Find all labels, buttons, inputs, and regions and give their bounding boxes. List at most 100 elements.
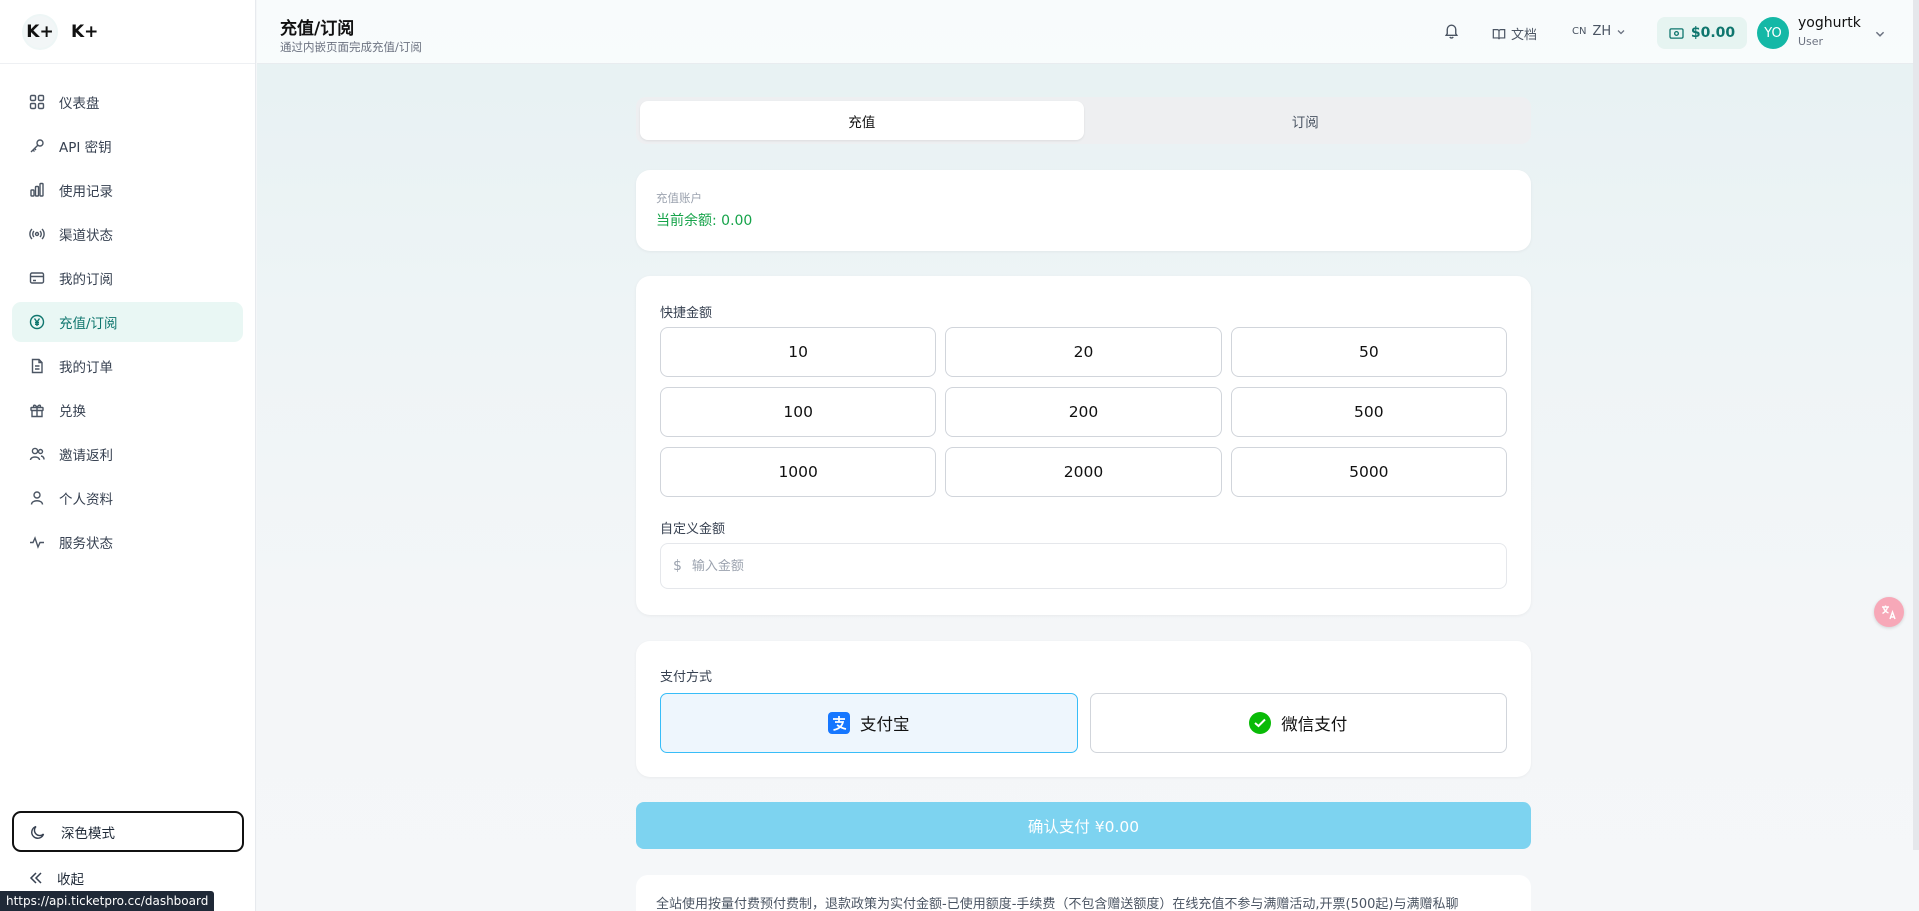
amount-option[interactable]: 200 (945, 387, 1222, 437)
amount-option[interactable]: 100 (660, 387, 937, 437)
user-icon (28, 489, 46, 507)
page-subtitle: 通过内嵌页面完成充值/订阅 (280, 40, 422, 54)
top-header: 充值/订阅 通过内嵌页面完成充值/订阅 文档 CN ZH $0.00 YO yo… (257, 0, 1919, 64)
payment-method-label: 支付方式 (660, 670, 713, 685)
recharge-tabs: 充值 订阅 (636, 97, 1531, 144)
grid-icon (28, 93, 46, 111)
sidebar-item-label: 个人资料 (59, 492, 113, 508)
moon-icon (30, 823, 48, 841)
credit-card-icon (28, 269, 46, 287)
account-card: 充值账户 当前余额: 0.00 (636, 170, 1531, 251)
balance-value: $0.00 (1690, 25, 1736, 41)
sidebar-item-label: 仪表盘 (59, 96, 100, 112)
sidebar: K+ K+ 仪表盘 API 密钥 使用记录 渠道状态 我的订阅 充值/订阅 我的… (0, 0, 256, 911)
sidebar-item-label: 邀请返利 (59, 448, 113, 464)
amount-option[interactable]: 50 (1230, 327, 1507, 377)
chevron-down-icon[interactable] (1874, 28, 1886, 44)
collapse-label: 收起 (57, 872, 84, 888)
broadcast-icon (28, 225, 46, 243)
sidebar-item-recharge[interactable]: 充值/订阅 (12, 302, 243, 342)
yuan-circle-icon (28, 313, 46, 331)
username[interactable]: yoghurtk (1798, 15, 1861, 31)
sidebar-item-label: 我的订阅 (59, 272, 113, 288)
wechat-pay-label: 微信支付 (1281, 715, 1348, 734)
page-scrollbar[interactable] (1913, 0, 1919, 850)
language-selector[interactable]: CN ZH (1572, 24, 1626, 39)
custom-amount-input[interactable] (691, 558, 1506, 574)
wallet-icon (1669, 27, 1684, 40)
confirm-payment-button[interactable]: 确认支付 ¥0.00 (636, 802, 1531, 849)
users-icon (28, 445, 46, 463)
amount-card: 快捷金额 10 20 50 100 200 500 1000 2000 5000… (636, 276, 1531, 615)
lang-code: CN (1572, 26, 1587, 37)
sidebar-item-usage[interactable]: 使用记录 (12, 170, 243, 210)
sidebar-item-api-keys[interactable]: API 密钥 (12, 126, 243, 166)
key-icon (28, 137, 46, 155)
sidebar-item-redeem[interactable]: 兑换 (12, 390, 243, 430)
alipay-button[interactable]: 支付宝 (660, 693, 1078, 753)
sidebar-item-label: 我的订单 (59, 360, 113, 376)
sidebar-item-label: API 密钥 (59, 140, 112, 156)
account-label: 充值账户 (656, 191, 702, 205)
sidebar-item-label: 服务状态 (59, 536, 113, 552)
sidebar-item-label: 使用记录 (59, 184, 113, 200)
brand: K+ K+ (0, 0, 255, 64)
quick-amount-grid: 10 20 50 100 200 500 1000 2000 5000 (660, 327, 1507, 497)
collapse-sidebar-button[interactable]: 收起 (28, 868, 84, 888)
sidebar-nav: 仪表盘 API 密钥 使用记录 渠道状态 我的订阅 充值/订阅 我的订单 兑换 (12, 82, 243, 566)
sidebar-item-channel-status[interactable]: 渠道状态 (12, 214, 243, 254)
lang-label: ZH (1592, 24, 1612, 39)
dark-mode-toggle[interactable]: 深色模式 (12, 811, 244, 852)
payment-methods: 支付宝 微信支付 (660, 693, 1507, 753)
notifications-button[interactable] (1443, 22, 1460, 43)
refund-policy-notice: 全站使用按量付费预付费制，退款政策为实付金额-已使用额度-手续费（不包含赠送额度… (636, 875, 1531, 911)
gift-icon (28, 401, 46, 419)
user-role: User (1798, 35, 1824, 48)
alipay-label: 支付宝 (860, 715, 910, 734)
main-content: 充值/订阅 通过内嵌页面完成充值/订阅 文档 CN ZH $0.00 YO yo… (257, 0, 1919, 911)
currency-symbol: $ (673, 558, 682, 574)
sidebar-item-my-subscription[interactable]: 我的订阅 (12, 258, 243, 298)
sidebar-item-service-status[interactable]: 服务状态 (12, 522, 243, 562)
activity-icon (28, 533, 46, 551)
sidebar-item-invite[interactable]: 邀请返利 (12, 434, 243, 474)
translate-icon (1880, 603, 1898, 621)
document-icon (28, 357, 46, 375)
amount-option[interactable]: 20 (945, 327, 1222, 377)
double-chevron-left-icon (28, 870, 44, 886)
docs-label: 文档 (1511, 28, 1538, 43)
payment-card: 支付方式 支付宝 微信支付 (636, 641, 1531, 777)
amount-option[interactable]: 2000 (945, 447, 1222, 497)
sidebar-item-label: 渠道状态 (59, 228, 113, 244)
avatar[interactable]: YO (1757, 17, 1789, 49)
docs-link[interactable]: 文档 (1492, 24, 1537, 43)
page-title: 充值/订阅 (280, 19, 355, 39)
brand-name: K+ (71, 21, 99, 42)
quick-amount-label: 快捷金额 (660, 306, 713, 321)
chevron-down-icon (1616, 27, 1626, 37)
balance-badge[interactable]: $0.00 (1657, 17, 1747, 49)
tab-recharge[interactable]: 充值 (640, 101, 1084, 140)
alipay-icon (828, 712, 850, 734)
wechat-icon (1249, 712, 1272, 734)
sidebar-item-profile[interactable]: 个人资料 (12, 478, 243, 518)
sidebar-item-dashboard[interactable]: 仪表盘 (12, 82, 243, 122)
amount-option[interactable]: 5000 (1230, 447, 1507, 497)
book-icon (1492, 27, 1506, 41)
custom-amount-field[interactable]: $ (660, 543, 1507, 589)
sidebar-item-label: 充值/订阅 (59, 316, 118, 332)
bar-chart-icon (28, 181, 46, 199)
current-balance: 当前余额: 0.00 (656, 213, 753, 229)
brand-logo[interactable]: K+ (24, 15, 56, 48)
custom-amount-label: 自定义金额 (660, 522, 726, 537)
wechat-pay-button[interactable]: 微信支付 (1089, 693, 1507, 753)
translate-float-button[interactable] (1874, 597, 1904, 627)
amount-option[interactable]: 500 (1230, 387, 1507, 437)
amount-option[interactable]: 1000 (660, 447, 937, 497)
dark-mode-label: 深色模式 (61, 825, 115, 842)
sidebar-item-label: 兑换 (59, 404, 86, 420)
sidebar-item-my-orders[interactable]: 我的订单 (12, 346, 243, 386)
bell-icon (1443, 22, 1460, 43)
amount-option[interactable]: 10 (660, 327, 937, 377)
tab-subscribe[interactable]: 订阅 (1084, 101, 1528, 140)
